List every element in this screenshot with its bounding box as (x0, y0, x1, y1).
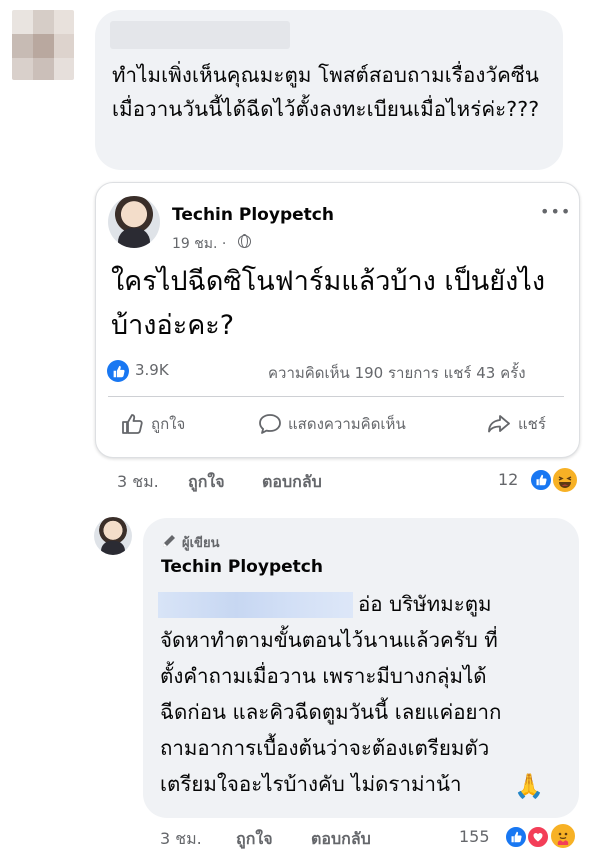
post-author-name[interactable]: Techin Ploypetch (172, 205, 334, 225)
share-icon (488, 415, 510, 433)
reply-text-line: เตรียมใจอะไรบ้างคับ ไม่ดราม่าน้า (160, 772, 462, 796)
reply-text-line: จัดหาทำตามขั้นตอนไว้นานแล้วครับ ที่ (160, 628, 498, 652)
love-icon[interactable] (526, 825, 550, 849)
mention-blurred[interactable] (158, 592, 353, 618)
reply-like-link[interactable]: ถูกใจ (236, 827, 273, 852)
post-author-avatar[interactable] (108, 196, 160, 248)
reply-time[interactable]: 3 ชม. (160, 827, 202, 852)
post-text: ใครไปฉีดซิโนฟาร์มแล้วบ้าง เป็นยังไงบ้างอ… (111, 266, 546, 341)
post-share-button[interactable]: แชร์ (486, 409, 546, 439)
divider (108, 396, 564, 397)
reply-text-line: ถามอาการเบื้องต้นว่าจะต้องเตรียมตัว (160, 736, 490, 760)
reply-author-name[interactable]: Techin Ploypetch (161, 557, 323, 577)
reply-author-avatar[interactable] (94, 517, 132, 555)
like-icon[interactable] (529, 468, 553, 492)
post-like-label: ถูกใจ (151, 415, 186, 433)
more-options-icon[interactable]: ••• (540, 202, 571, 221)
comment-icon (259, 414, 281, 434)
pen-icon (161, 533, 177, 553)
post-like-button[interactable]: ถูกใจ (121, 409, 185, 439)
commenter-avatar-blurred[interactable] (12, 10, 74, 80)
commenter-name-blurred[interactable] (110, 21, 290, 49)
globe-icon (238, 234, 251, 249)
reply-text-line: อ่อ บริษัทมะตูม (358, 592, 492, 616)
thumbs-up-icon (122, 414, 143, 434)
haha-icon[interactable] (551, 466, 579, 494)
reply-reply-link[interactable]: ตอบกลับ (311, 827, 371, 852)
reply-reaction-count[interactable]: 155 (459, 827, 490, 846)
comment-time[interactable]: 3 ชม. (117, 470, 159, 495)
post-time[interactable]: 19 ชม. · (172, 233, 226, 255)
reply-text-line: ฉีดก่อน และคิวฉีดตูมวันนี้ เลยแค่อยาก (160, 700, 502, 724)
post-share-label: แชร์ (518, 415, 546, 433)
folded-hands-icon: 🙏 (514, 772, 544, 800)
comment-reply-link[interactable]: ตอบกลับ (262, 470, 322, 495)
care-icon[interactable] (549, 822, 577, 850)
comment-like-link[interactable]: ถูกใจ (188, 470, 225, 495)
post-comment-label: แสดงความคิดเห็น (288, 415, 406, 433)
post-comment-button[interactable]: แสดงความคิดเห็น (258, 409, 406, 439)
author-badge: ผู้เขียน (182, 536, 220, 551)
post-like-count[interactable]: 3.9K (135, 361, 169, 379)
comment-reaction-count[interactable]: 12 (498, 470, 518, 489)
post-stats[interactable]: ความคิดเห็น 190 รายการ แชร์ 43 ครั้ง (268, 361, 526, 385)
like-icon[interactable] (504, 825, 528, 849)
reply-text-line: ตั้งคำถามเมื่อวาน เพราะมีบางกลุ่มได้ (160, 664, 487, 688)
comment-text: ทำไมเพิ่งเห็นคุณมะตูม โพสต์สอบถามเรื่องว… (112, 63, 540, 121)
like-reaction-icon[interactable] (107, 360, 129, 382)
